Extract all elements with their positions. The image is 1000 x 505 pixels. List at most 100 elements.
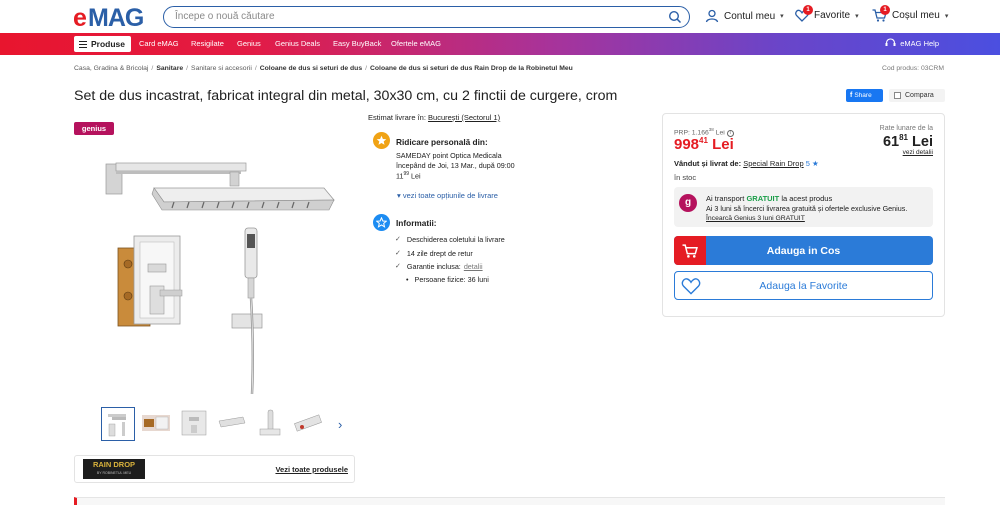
- breadcrumb-item[interactable]: Casa, Gradina & Bricolaj: [74, 65, 148, 72]
- search-icon[interactable]: [668, 10, 682, 24]
- pickup-price: 1199 Lei: [396, 171, 421, 180]
- info-title: Informatii:: [396, 218, 437, 228]
- info-item-label: 14 zile drept de retur: [406, 249, 473, 258]
- help-label: eMAG Help: [900, 38, 939, 48]
- thumbnail[interactable]: [101, 407, 135, 441]
- nav-link-easy-buyback[interactable]: Easy BuyBack: [333, 39, 381, 48]
- account-label: Contul meu: [724, 10, 776, 22]
- seller-info: Vândut și livrat de: Special Rain Drop 5…: [674, 159, 819, 168]
- rate-dec: 81: [899, 133, 909, 142]
- product-image[interactable]: [104, 150, 340, 395]
- brand-logo[interactable]: RAIN DROP BY ROBINETUL MEU: [83, 459, 145, 479]
- next-section-edge: [74, 497, 945, 505]
- seller-link[interactable]: Special Rain Drop: [743, 159, 803, 168]
- chevron-down-icon: ▾: [780, 13, 784, 20]
- thumbnail-image: [294, 414, 322, 432]
- sold-by-label: Vândut și livrat de:: [674, 159, 742, 168]
- installments-label: Rate lunare de la: [879, 125, 933, 132]
- check-icon: ✓: [395, 263, 401, 270]
- chevron-down-icon: ▾: [855, 12, 859, 20]
- warranty-sub-item: • Persoane fizice: 36 luni: [406, 275, 489, 284]
- top-header: e MAG Începe o nouă căutare Contul meu ▾…: [0, 0, 1000, 33]
- thumbnail[interactable]: [140, 407, 174, 441]
- rate-int: 61: [882, 134, 900, 150]
- nav-link-card-emag[interactable]: Card eMAG: [139, 39, 179, 48]
- check-icon: ✓: [395, 236, 401, 243]
- check-icon: ✓: [395, 250, 401, 257]
- thumbnail-image: [218, 416, 246, 428]
- breadcrumb-item[interactable]: Sanitare si accesorii: [191, 65, 252, 72]
- products-menu-label: Produse: [91, 39, 126, 49]
- hamburger-icon: [79, 40, 87, 48]
- compare-checkbox[interactable]: Compara: [889, 89, 945, 102]
- more-delivery-options-link[interactable]: ▾ vezi toate opțiunile de livrare: [397, 191, 498, 200]
- share-button[interactable]: f Share: [846, 89, 883, 102]
- stock-status: în stoc: [674, 173, 697, 182]
- compare-label: Compara: [905, 92, 934, 99]
- nav-link-genius[interactable]: Genius: [237, 39, 261, 48]
- checkbox-icon: [894, 92, 901, 99]
- info-star-icon: [373, 214, 390, 231]
- brand-box: RAIN DROP BY ROBINETUL MEU Vezi toate pr…: [74, 455, 355, 483]
- thumbnail[interactable]: [292, 407, 326, 441]
- pickup-date: începând de Joi, 13 Mar., după 09:00: [396, 161, 515, 170]
- breadcrumb-item[interactable]: Sanitare: [156, 65, 183, 72]
- svg-text:e: e: [73, 5, 87, 29]
- thumbnail-image: [142, 415, 170, 431]
- genius-trial-link[interactable]: Încearcă Genius 3 luni GRATUIT: [706, 215, 805, 222]
- favorites-menu[interactable]: 1 Favorite ▾: [795, 5, 859, 22]
- thumbnail[interactable]: [216, 407, 250, 441]
- thumbnail-image: [181, 410, 207, 436]
- genius-badge: genius: [74, 122, 114, 135]
- help-link[interactable]: eMAG Help: [885, 38, 939, 48]
- breadcrumb-item[interactable]: Coloane de dus si seturi de dus: [260, 65, 362, 72]
- see-all-products-link[interactable]: Vezi toate produsele: [275, 465, 348, 474]
- genius-logo-icon: g: [679, 194, 697, 212]
- add-to-favorites-button[interactable]: Adauga la Favorite: [674, 271, 933, 300]
- info-item-label: Garantie inclusa:: [406, 262, 461, 271]
- chevron-down-icon: ▾: [944, 12, 949, 20]
- headset-icon: [885, 38, 896, 46]
- cart-icon: [674, 236, 706, 265]
- cart-menu[interactable]: 1 Coșul meu ▾: [872, 5, 949, 22]
- svg-text:MAG: MAG: [88, 5, 143, 29]
- genius-promo: g Ai transport GRATUIT la acest produs A…: [674, 187, 933, 227]
- installments-details-link[interactable]: vezi detalii: [903, 149, 933, 156]
- nav-bar: Produse Card eMAG Resigilate Genius Geni…: [0, 33, 1000, 55]
- search-bar[interactable]: Începe o nouă căutare: [163, 6, 690, 28]
- add-to-favorites-label: Adauga la Favorite: [759, 279, 848, 292]
- thumbnail[interactable]: [178, 407, 212, 441]
- star-icon: [373, 132, 390, 149]
- emag-logo[interactable]: e MAG: [73, 5, 155, 29]
- genius-line1-post: la acest produs: [781, 194, 833, 203]
- buy-box: PRP: 1.16638 Lei i 99841 Lei Rate lunare…: [662, 113, 945, 317]
- breadcrumb-item[interactable]: Coloane de dus si seturi de dus Rain Dro…: [370, 65, 573, 72]
- info-item-label: Deschiderea coletului la livrare: [406, 235, 505, 244]
- thumbnail[interactable]: [254, 407, 288, 441]
- products-menu-button[interactable]: Produse: [74, 36, 131, 52]
- nav-link-resigilate[interactable]: Resigilate: [191, 39, 224, 48]
- share-label: Share: [854, 92, 872, 99]
- nav-link-genius-deals[interactable]: Genius Deals: [275, 39, 320, 48]
- facebook-icon: f: [850, 92, 853, 99]
- pickup-title: Ridicare personală din:: [396, 137, 488, 147]
- genius-promo-line2: Ai 3 luni să încerci livrarea gratuită ș…: [706, 204, 908, 213]
- rate-currency: Lei: [912, 134, 933, 150]
- installments-price: 6181 Lei: [883, 133, 933, 150]
- warranty-details-link[interactable]: detalii: [464, 262, 483, 271]
- product-code: Cod produs: 03CRM: [882, 65, 944, 72]
- chevron-right-icon[interactable]: ›: [338, 417, 342, 432]
- nav-link-ofertele-emag[interactable]: Ofertele eMAG: [391, 39, 441, 48]
- delivery-estimate-label: Estimat livrare în:: [368, 113, 426, 122]
- delivery-location-link[interactable]: București (Sectorul 1): [428, 113, 500, 122]
- favorites-label: Favorite: [814, 10, 851, 21]
- breadcrumb: Casa, Gradina & Bricolaj / Sanitare / Sanita…: [74, 65, 573, 72]
- page-title: Set de dus incastrat, fabricat integral …: [74, 88, 618, 104]
- add-to-cart-button[interactable]: Adauga in Cos: [674, 236, 933, 265]
- info-item: ✓ 14 zile drept de retur: [395, 249, 473, 258]
- account-menu[interactable]: Contul meu ▾: [705, 9, 784, 23]
- pickup-point: SAMEDAY point Optica Medicala: [396, 151, 502, 160]
- star-icon: ★: [809, 159, 819, 168]
- search-input[interactable]: Începe o nouă căutare: [175, 11, 275, 22]
- brand-logo-sub: BY ROBINETUL MEU: [96, 471, 132, 475]
